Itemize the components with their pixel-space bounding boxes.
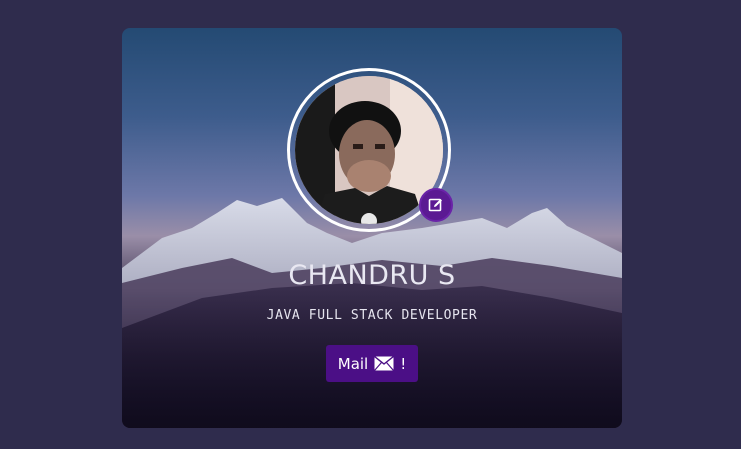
mail-button[interactable]: Mail ! — [326, 345, 418, 382]
mail-button-suffix: ! — [400, 354, 407, 373]
profile-name: CHANDRU S — [288, 260, 456, 291]
edit-icon — [428, 198, 442, 212]
envelope-icon — [374, 356, 395, 371]
mail-button-label: Mail — [337, 354, 369, 373]
profile-role: JAVA FULL STACK DEVELOPER — [266, 308, 478, 323]
edit-photo-button[interactable] — [419, 188, 453, 222]
profile-card: CHANDRU S JAVA FULL STACK DEVELOPER Mail… — [122, 28, 622, 428]
